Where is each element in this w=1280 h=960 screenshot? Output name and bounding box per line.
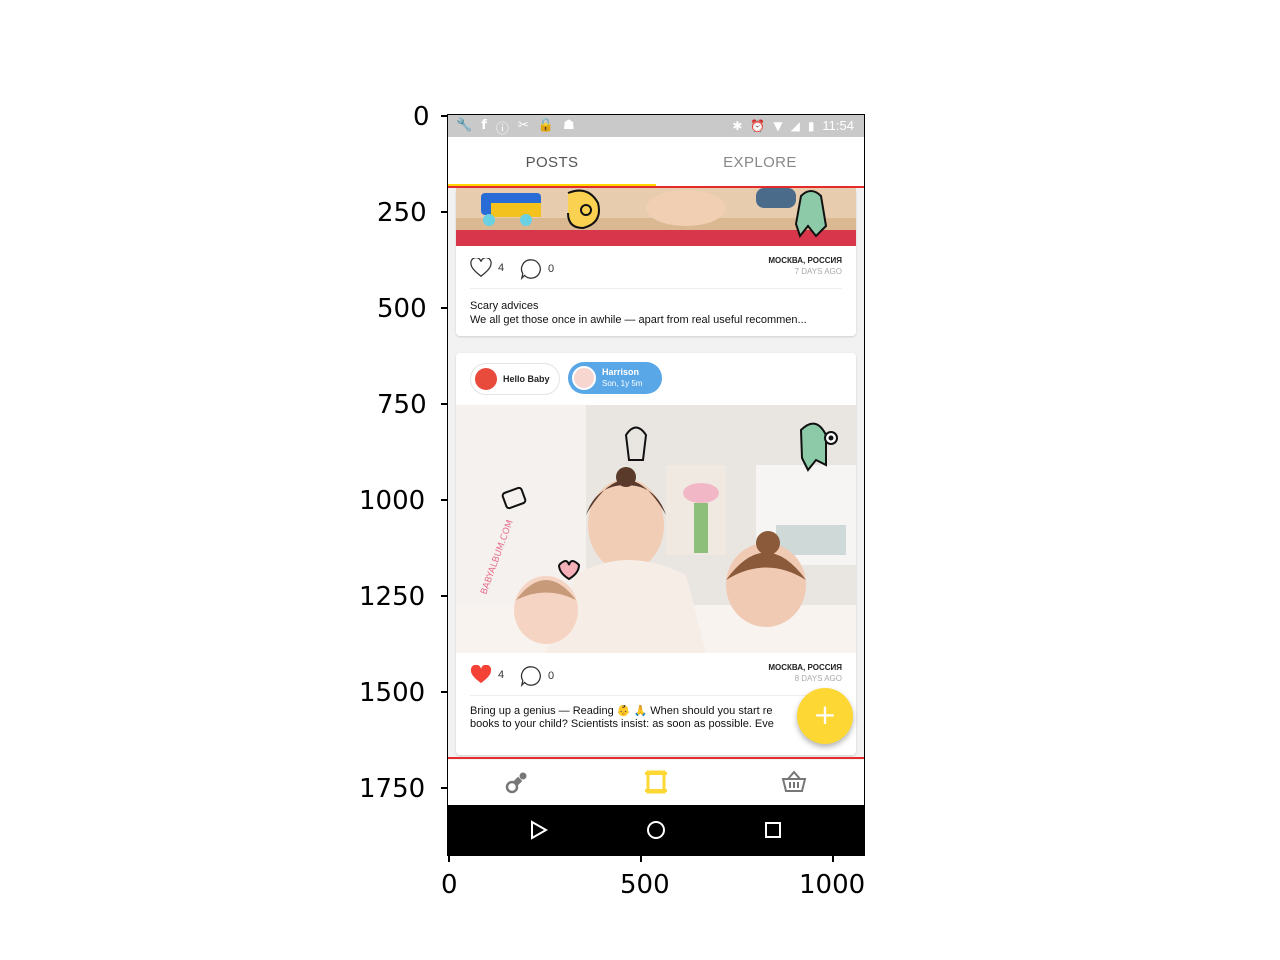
x-tick bbox=[448, 855, 450, 862]
pacifier-icon bbox=[505, 772, 527, 794]
tab-explore[interactable]: EXPLORE bbox=[656, 137, 864, 187]
like-action[interactable]: 4 bbox=[470, 665, 504, 685]
y-tick-label: 1500 bbox=[359, 678, 426, 708]
divider bbox=[470, 288, 842, 289]
tab-bar: POSTS EXPLORE bbox=[448, 137, 864, 187]
comment-bubble-icon bbox=[520, 259, 541, 280]
y-tick bbox=[441, 499, 448, 501]
status-time: 11:54 bbox=[822, 118, 854, 133]
x-tick-label: 1000 bbox=[799, 870, 866, 900]
comment-action[interactable]: 0 bbox=[520, 258, 554, 280]
bottom-navigation bbox=[448, 760, 864, 805]
y-tick-label: 0 bbox=[413, 102, 430, 132]
alarm-icon: ⏰ bbox=[750, 118, 766, 133]
back-icon bbox=[531, 820, 549, 840]
post-image-art bbox=[456, 188, 856, 246]
heart-outline-icon bbox=[470, 258, 492, 277]
post-time-ago: 8 DAYS AGO bbox=[794, 674, 842, 683]
comment-bubble-icon bbox=[520, 666, 541, 687]
x-tick bbox=[832, 855, 834, 862]
system-icons: ✱ ⏰ ▼ ◢ ▮ 11:54 bbox=[732, 118, 854, 133]
lock-icon: 🔒 bbox=[537, 118, 554, 133]
y-tick-label: 1750 bbox=[359, 774, 426, 804]
post-title: Scary advices bbox=[470, 300, 539, 312]
post-meta: 4 0 МОСКВА, РОССИЯ 8 DAYS AGO bbox=[456, 655, 856, 695]
add-post-button[interactable]: + bbox=[797, 688, 853, 744]
nav-pacifier[interactable] bbox=[503, 768, 531, 796]
y-tick bbox=[441, 115, 448, 117]
x-tick bbox=[640, 855, 642, 862]
bottom-nav-highlight bbox=[448, 757, 864, 759]
comment-action[interactable]: 0 bbox=[520, 665, 554, 687]
y-tick bbox=[441, 691, 448, 693]
post-image-art: BABYALBUM.COM bbox=[456, 405, 856, 653]
phone-screen: 🔧 f ⓘ ✂ 🔒 ☗ ✱ ⏰ ▼ ◢ ▮ 11:54 POSTS EXPLOR… bbox=[447, 114, 865, 856]
post-image[interactable]: BABYALBUM.COM bbox=[456, 405, 856, 653]
home-icon bbox=[647, 821, 665, 839]
post-image[interactable] bbox=[456, 188, 856, 246]
android-icon: ☗ bbox=[562, 118, 575, 133]
post-meta: 4 0 МОСКВА, РОССИЯ 7 DAYS AGO bbox=[456, 248, 856, 288]
post-time-ago: 7 DAYS AGO bbox=[794, 267, 842, 276]
nav-feed[interactable] bbox=[642, 768, 670, 796]
post-location: МОСКВА, РОССИЯ 7 DAYS AGO bbox=[768, 256, 842, 276]
recents-icon bbox=[765, 822, 781, 838]
wrench-icon: 🔧 bbox=[456, 118, 473, 133]
y-tick-label: 1000 bbox=[359, 486, 426, 516]
child-info: Harrison Son, 1y 5m bbox=[602, 366, 642, 390]
system-navigation-bar bbox=[448, 805, 864, 855]
y-tick bbox=[441, 307, 448, 309]
y-tick bbox=[441, 403, 448, 405]
bluetooth-icon: ✱ bbox=[732, 118, 743, 133]
y-tick bbox=[441, 787, 448, 789]
like-count: 4 bbox=[498, 262, 505, 274]
divider bbox=[470, 695, 842, 696]
y-tick-label: 250 bbox=[377, 198, 427, 228]
like-count: 4 bbox=[498, 669, 505, 681]
signal-icon: ◢ bbox=[790, 118, 800, 133]
y-tick bbox=[441, 211, 448, 213]
author-chip[interactable]: Hello Baby bbox=[470, 363, 560, 395]
child-avatar bbox=[572, 366, 596, 390]
comment-count: 0 bbox=[548, 670, 555, 682]
x-tick-label: 500 bbox=[620, 870, 670, 900]
basket-icon bbox=[781, 770, 807, 792]
post-text-line: Bring up a genius — Reading 👶 🙏 When sho… bbox=[470, 705, 773, 717]
child-chip[interactable]: Harrison Son, 1y 5m bbox=[568, 362, 662, 394]
post-body: We all get those once in awhile — apart … bbox=[470, 314, 807, 326]
post-location: МОСКВА, РОССИЯ 8 DAYS AGO bbox=[768, 663, 842, 683]
status-bar: 🔧 f ⓘ ✂ 🔒 ☗ ✱ ⏰ ▼ ◢ ▮ 11:54 bbox=[448, 115, 864, 137]
notification-icons: 🔧 f ⓘ ✂ 🔒 ☗ bbox=[456, 118, 575, 137]
child-age: Son, 1y 5m bbox=[602, 379, 643, 388]
tab-posts[interactable]: POSTS bbox=[448, 137, 656, 187]
y-tick-label: 750 bbox=[377, 390, 427, 420]
y-tick bbox=[441, 595, 448, 597]
post-card[interactable]: Hello Baby Harrison Son, 1y 5m BABYALBUM… bbox=[456, 353, 856, 755]
battery-icon: ▮ bbox=[807, 118, 815, 133]
nav-shop[interactable] bbox=[780, 768, 808, 796]
film-icon bbox=[645, 770, 667, 794]
child-name: Harrison bbox=[602, 367, 640, 377]
system-nav-buttons bbox=[531, 820, 781, 840]
location-city: МОСКВА, РОССИЯ bbox=[768, 256, 842, 265]
author-name: Hello Baby bbox=[503, 374, 550, 384]
wifi-icon: ▼ bbox=[773, 118, 783, 133]
location-city: МОСКВА, РОССИЯ bbox=[768, 663, 842, 672]
like-action[interactable]: 4 bbox=[470, 258, 504, 278]
facebook-icon: f bbox=[481, 118, 487, 133]
comment-count: 0 bbox=[548, 263, 555, 275]
y-tick-label: 1250 bbox=[359, 582, 426, 612]
x-tick-label: 0 bbox=[441, 870, 458, 900]
heart-filled-icon bbox=[470, 665, 492, 684]
info-icon: ⓘ bbox=[495, 122, 509, 137]
post-text-line: books to your child? Scientists insist: … bbox=[470, 718, 774, 730]
hello-baby-avatar bbox=[475, 368, 497, 390]
y-tick-label: 500 bbox=[377, 294, 427, 324]
post-card[interactable]: 4 0 МОСКВА, РОССИЯ 7 DAYS AGO Scary advi… bbox=[456, 188, 856, 336]
tools-icon: ✂ bbox=[517, 118, 529, 133]
